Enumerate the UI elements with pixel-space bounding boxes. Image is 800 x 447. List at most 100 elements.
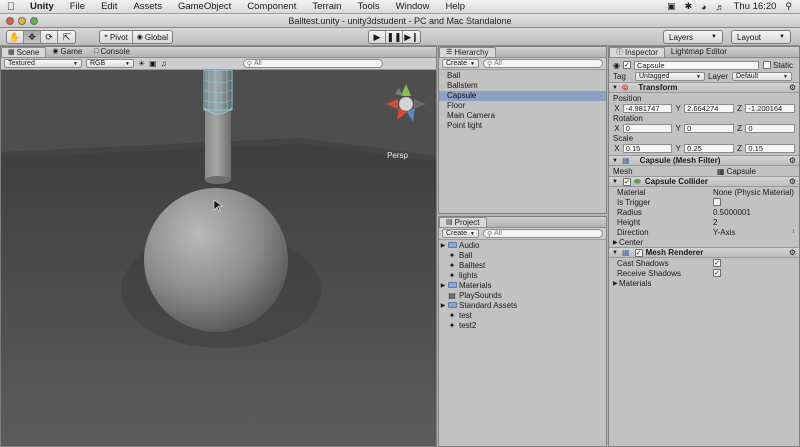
object-name-field[interactable]: Capsule (633, 60, 759, 70)
receive-shadows-checkbox[interactable]: ✓ (713, 269, 721, 277)
capsule-collider-header[interactable]: ▼ ✓ ⬬ Capsule Collider ⚙ (609, 176, 799, 187)
hierarchy-item-floor[interactable]: Floor (439, 101, 606, 111)
radius-value[interactable]: 0.5000001 (713, 208, 751, 217)
tab-console[interactable]: □ Console (88, 47, 136, 57)
project-item-standard-assets[interactable]: ▶ Standard Assets (439, 301, 606, 311)
menu-app[interactable]: Unity (22, 1, 62, 12)
apple-menu-icon[interactable]:  (0, 1, 22, 13)
menu-gameobject[interactable]: GameObject (170, 1, 239, 12)
hierarchy-item-capsule[interactable]: Capsule (439, 91, 606, 101)
active-checkbox[interactable]: ✓ (622, 61, 631, 69)
project-item-balltest[interactable]: ✦ Balltest (439, 261, 606, 271)
menu-file[interactable]: File (62, 1, 93, 12)
menu-assets[interactable]: Assets (125, 1, 170, 12)
menu-window[interactable]: Window (388, 1, 438, 12)
tag-dropdown[interactable]: Untagged ▼ (635, 72, 705, 81)
materials-row[interactable]: ▶ Materials (609, 278, 799, 288)
hierarchy-item-ballstem[interactable]: Ballstem (439, 81, 606, 91)
chevron-right-icon[interactable]: ▶ (439, 281, 447, 291)
chevron-right-icon[interactable]: ▶ (439, 241, 447, 251)
lighting-toggle-icon[interactable]: ☀ (138, 59, 145, 68)
volume-icon[interactable]: ♬ (716, 2, 725, 12)
step-icon[interactable]: ▶❙ (403, 31, 420, 43)
hand-tool-icon[interactable]: ✋ (7, 31, 24, 43)
menu-tools[interactable]: Tools (349, 1, 387, 12)
pivot-button[interactable]: ⌖ Pivot (100, 31, 133, 43)
hierarchy-search-input[interactable]: ⚲ (482, 59, 603, 68)
scale-tool-icon[interactable]: ⇱ (58, 31, 75, 43)
rotate-tool-icon[interactable]: ⟳ (41, 31, 58, 43)
collider-enabled-checkbox[interactable]: ✓ (623, 177, 631, 186)
project-item-audio[interactable]: ▶ Audio (439, 241, 606, 251)
pause-icon[interactable]: ❚❚ (386, 31, 403, 43)
layers-dropdown[interactable]: Layers ▼ (663, 30, 723, 44)
project-item-materials[interactable]: ▶ Materials (439, 281, 606, 291)
gear-icon[interactable]: ⚙ (789, 177, 796, 186)
material-value[interactable]: None (Physic Material) (713, 188, 794, 197)
persp-label[interactable]: Persp (387, 151, 408, 160)
clock[interactable]: Thu 16:20 (734, 1, 777, 12)
renderer-enabled-checkbox[interactable]: ✓ (634, 248, 643, 257)
bluetooth-icon[interactable]: ✱ (685, 1, 693, 12)
rotation-y-field[interactable]: 0 (684, 123, 734, 133)
expand-triangle-icon[interactable]: ▼ (612, 158, 620, 164)
image-toggle-icon[interactable]: ▣ (149, 59, 157, 68)
menu-edit[interactable]: Edit (93, 1, 125, 12)
project-item-test2[interactable]: ✦ test2 (439, 321, 606, 331)
scene-viewport[interactable]: Persp (1, 70, 436, 446)
gear-icon[interactable]: ⚙ (789, 156, 796, 165)
scene-search-input[interactable]: ⚲ (242, 59, 383, 68)
move-tool-icon[interactable]: ✥ (24, 31, 41, 43)
tab-hierarchy[interactable]: ☰ Hierarchy (439, 47, 496, 57)
chevron-right-icon[interactable]: ▶ (439, 301, 447, 311)
scale-z-field[interactable]: 0.15 (745, 143, 795, 153)
static-checkbox[interactable] (762, 61, 771, 69)
layer-dropdown[interactable]: Default ▼ (732, 72, 792, 81)
cast-shadows-checkbox[interactable]: ✓ (713, 259, 721, 267)
scale-y-field[interactable]: 0.25 (684, 143, 734, 153)
center-row[interactable]: ▶ Center (609, 237, 799, 247)
expand-triangle-icon[interactable]: ▼ (612, 250, 620, 256)
spotlight-search-icon[interactable]: ⚲ (785, 1, 792, 12)
direction-value[interactable]: Y-Axis (713, 228, 735, 237)
mesh-value[interactable]: Capsule (727, 167, 756, 176)
scene-search-field[interactable] (253, 60, 379, 67)
scale-x-field[interactable]: 0.15 (622, 143, 673, 153)
hierarchy-search-field[interactable] (494, 60, 599, 67)
minimize-window-icon[interactable] (18, 17, 26, 25)
project-item-playsounds[interactable]: ▤ PlaySounds (439, 291, 606, 301)
position-z-field[interactable]: -1.200164 (745, 103, 795, 113)
project-search-input[interactable]: ⚲ (482, 229, 603, 238)
menu-component[interactable]: Component (239, 1, 304, 12)
mesh-filter-header[interactable]: ▼ ▦ Capsule (Mesh Filter) ⚙ (609, 155, 799, 166)
color-mode-dropdown[interactable]: RGB ▼ (86, 59, 134, 68)
expand-triangle-icon[interactable]: ▼ (612, 85, 620, 91)
camera-status-icon[interactable]: ▣ (667, 1, 676, 12)
render-mode-dropdown[interactable]: Textured ▼ (4, 59, 82, 68)
hierarchy-create-dropdown[interactable]: Create ▼ (442, 59, 479, 68)
height-value[interactable]: 2 (713, 218, 717, 227)
tab-project[interactable]: ▤ Project (439, 217, 487, 227)
tab-lightmap-editor[interactable]: Lightmap Editor (665, 47, 733, 57)
project-item-ball[interactable]: ✦ Ball (439, 251, 606, 261)
gear-icon[interactable]: ⚙ (789, 83, 796, 92)
rotation-x-field[interactable]: 0 (622, 123, 673, 133)
zoom-window-icon[interactable] (30, 17, 38, 25)
close-window-icon[interactable] (6, 17, 14, 25)
rotation-z-field[interactable]: 0 (745, 123, 795, 133)
tab-inspector[interactable]: ⓘ Inspector (609, 47, 665, 57)
updown-arrows-icon[interactable]: ↕ (792, 229, 795, 235)
hierarchy-item-point-light[interactable]: Point light (439, 121, 606, 131)
project-item-test[interactable]: ✦ test (439, 311, 606, 321)
transform-header[interactable]: ▼ ⦾ Transform ⚙ (609, 82, 799, 93)
position-x-field[interactable]: -4.981747 (622, 103, 673, 113)
hierarchy-item-ball[interactable]: Ball (439, 71, 606, 81)
expand-triangle-icon[interactable]: ▼ (612, 179, 620, 185)
menu-terrain[interactable]: Terrain (304, 1, 349, 12)
scene-render[interactable] (1, 70, 436, 446)
global-button[interactable]: ◉ Global (133, 31, 172, 43)
hierarchy-item-main-camera[interactable]: Main Camera (439, 111, 606, 121)
menu-help[interactable]: Help (437, 1, 473, 12)
is-trigger-checkbox[interactable] (713, 198, 721, 206)
position-y-field[interactable]: 2.664274 (684, 103, 734, 113)
